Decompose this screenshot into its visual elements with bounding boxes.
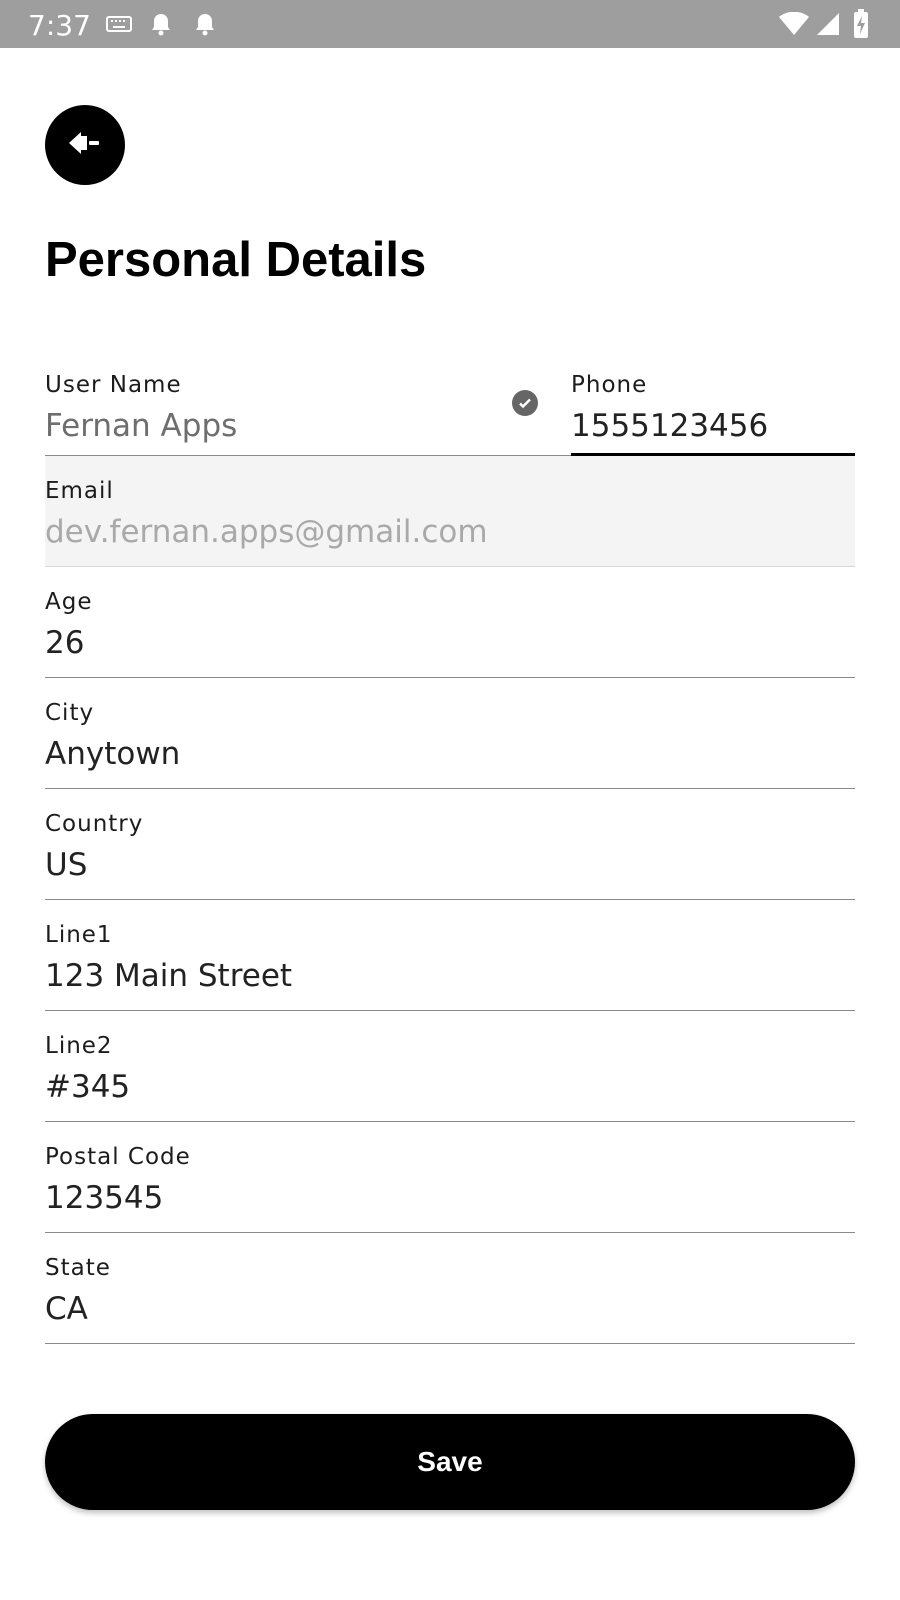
line1-label: Line1 [45, 922, 113, 948]
line1-value: 123 Main Street [45, 958, 293, 994]
back-button[interactable] [45, 105, 125, 185]
page-title: Personal Details [45, 233, 427, 287]
state-value: CA [45, 1291, 88, 1327]
age-value: 26 [45, 625, 85, 661]
country-value: US [45, 847, 88, 883]
postal-code-value: 123545 [45, 1180, 164, 1216]
phone-value: 1555123456 [571, 408, 769, 444]
save-button[interactable]: Save [45, 1414, 855, 1510]
email-label: Email [45, 478, 114, 504]
state-field[interactable]: State CA [45, 1233, 855, 1344]
user-name-label: User Name [45, 372, 182, 398]
line2-value: #345 [45, 1069, 131, 1105]
check-circle-icon [512, 390, 538, 416]
status-bar: 7:37 [0, 0, 900, 48]
city-field[interactable]: City Anytown [45, 678, 855, 789]
line2-field[interactable]: Line2 #345 [45, 1011, 855, 1122]
country-label: Country [45, 811, 144, 837]
line2-label: Line2 [45, 1033, 113, 1059]
wifi-icon [778, 11, 810, 41]
email-field: Email dev.fernan.apps@gmail.com [45, 456, 855, 567]
user-name-field[interactable]: User Name Fernan Apps [45, 350, 571, 456]
postal-code-label: Postal Code [45, 1144, 191, 1170]
city-label: City [45, 700, 95, 726]
phone-label: Phone [571, 372, 648, 398]
notification-bell-icon [194, 12, 216, 41]
postal-code-field[interactable]: Postal Code 123545 [45, 1122, 855, 1233]
age-label: Age [45, 589, 93, 615]
battery-charging-icon [853, 9, 869, 44]
keyboard-icon [106, 16, 132, 37]
state-label: State [45, 1255, 111, 1281]
age-field[interactable]: Age 26 [45, 567, 855, 678]
line1-field[interactable]: Line1 123 Main Street [45, 900, 855, 1011]
cell-signal-icon [816, 12, 840, 41]
country-field[interactable]: Country US [45, 789, 855, 900]
notification-bell-icon [150, 12, 172, 41]
user-name-value: Fernan Apps [45, 408, 238, 444]
status-time: 7:37 [28, 9, 91, 42]
email-value: dev.fernan.apps@gmail.com [45, 514, 488, 550]
city-value: Anytown [45, 736, 181, 772]
back-arrow-icon [67, 130, 103, 161]
phone-field[interactable]: Phone 1555123456 [571, 350, 855, 456]
